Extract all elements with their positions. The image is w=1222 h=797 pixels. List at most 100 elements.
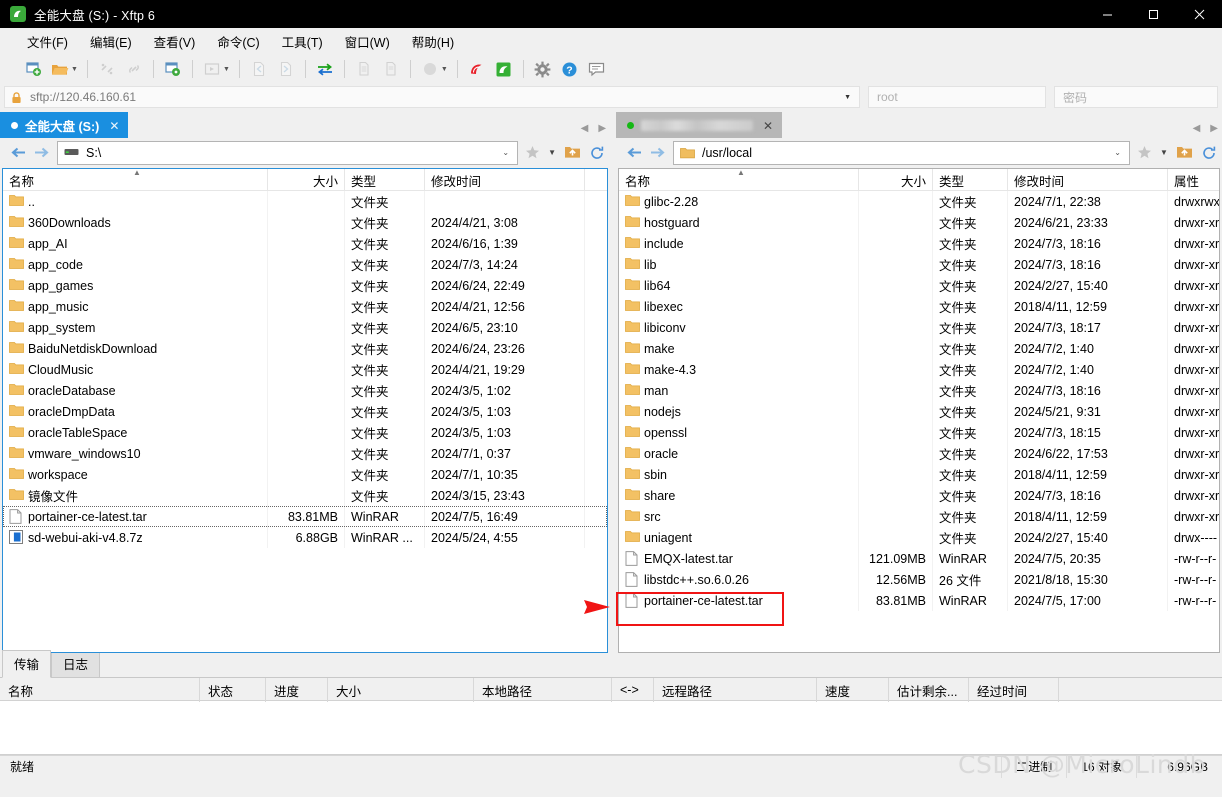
feedback-icon[interactable] [584, 57, 610, 81]
copy-icon[interactable] [351, 57, 377, 81]
remote-file-list[interactable]: 名称 大小 类型 修改时间 属性 ▲ glibc-2.28 文件夹 2024/7/1… [618, 168, 1220, 653]
xfer-col-elapsed[interactable]: 经过时间 [969, 678, 1059, 702]
table-row[interactable]: make-4.3 文件夹 2024/7/2, 1:40 drwxr-xr [619, 359, 1219, 380]
tab-local-close-icon[interactable]: ✕ [109, 119, 119, 133]
table-row[interactable]: BaiduNetdiskDownload 文件夹 2024/6/24, 23:26 [3, 338, 607, 359]
table-row[interactable]: CloudMusic 文件夹 2024/4/21, 19:29 [3, 359, 607, 380]
local-col-time[interactable]: 修改时间 [425, 169, 585, 191]
file-right-icon[interactable] [273, 57, 299, 81]
table-row[interactable]: make 文件夹 2024/7/2, 1:40 drwxr-xr [619, 338, 1219, 359]
xfer-col-remotepath[interactable]: 远程路径 [654, 678, 817, 702]
disconnect-icon[interactable] [94, 57, 120, 81]
help-icon[interactable]: ? [557, 57, 583, 81]
remote-bookmark-dropdown-caret-icon[interactable]: ▼ [1158, 142, 1170, 164]
table-row[interactable]: portainer-ce-latest.tar 83.81MB WinRAR 2024… [619, 590, 1219, 611]
table-row[interactable]: openssl 文件夹 2024/7/3, 18:15 drwxr-xr [619, 422, 1219, 443]
tab-scroll-right-icon[interactable]: ▶ [1210, 123, 1218, 134]
local-refresh-icon[interactable] [586, 142, 608, 164]
table-row[interactable]: lib64 文件夹 2024/2/27, 15:40 drwxr-xr [619, 275, 1219, 296]
paste-icon[interactable] [378, 57, 404, 81]
table-row[interactable]: src 文件夹 2018/4/11, 12:59 drwxr-xr [619, 506, 1219, 527]
remote-col-time[interactable]: 修改时间 [1008, 169, 1168, 191]
table-row[interactable]: workspace 文件夹 2024/7/1, 10:35 [3, 464, 607, 485]
remote-parent-folder-icon[interactable] [1173, 142, 1195, 164]
menu-file[interactable]: 文件(F) [16, 28, 79, 55]
menu-edit[interactable]: 编辑(E) [79, 28, 143, 55]
remote-col-type[interactable]: 类型 [933, 169, 1008, 191]
table-row[interactable]: sd-webui-aki-v4.8.7z 6.88GB WinRAR ... 2024… [3, 527, 607, 548]
table-row[interactable]: portainer-ce-latest.tar 83.81MB WinRAR 2024… [3, 506, 608, 527]
xfer-col-name[interactable]: 名称 [0, 678, 200, 702]
sftp-url-field[interactable]: sftp://120.46.160.61 ▼ [4, 86, 860, 108]
username-field[interactable]: root [868, 86, 1046, 108]
xfer-col-size[interactable]: 大小 [328, 678, 474, 702]
file-left-icon[interactable] [246, 57, 272, 81]
tab-local-session[interactable]: 全能大盘 (S:) ✕ [0, 112, 129, 138]
table-row[interactable]: .. 文件夹 [3, 191, 607, 212]
tab-remote-close-icon[interactable]: ✕ [763, 119, 773, 133]
xfer-col-localpath[interactable]: 本地路径 [474, 678, 612, 702]
xfer-col-direction[interactable]: <-> [612, 678, 654, 702]
table-row[interactable]: app_music 文件夹 2024/4/21, 12:56 [3, 296, 607, 317]
remote-path-input[interactable]: /usr/local ⌄ [673, 140, 1130, 165]
table-row[interactable]: app_system 文件夹 2024/6/5, 23:10 [3, 317, 607, 338]
tab-remote-session[interactable]: ✕ [616, 112, 783, 138]
local-path-dropdown-caret-icon[interactable]: ⌄ [502, 148, 509, 157]
table-row[interactable]: oracle 文件夹 2024/6/22, 17:53 drwxr-xr [619, 443, 1219, 464]
table-row[interactable]: uniagent 文件夹 2024/2/27, 15:40 drwx---- [619, 527, 1219, 548]
new-session-icon[interactable] [20, 57, 46, 81]
transfer-mode-indicator[interactable]: 二进制 [1001, 755, 1066, 778]
link-icon[interactable] [121, 57, 147, 81]
transfer-list-body[interactable] [0, 701, 1222, 755]
table-row[interactable]: app_code 文件夹 2024/7/3, 14:24 [3, 254, 607, 275]
tab-transfer[interactable]: 传输 [2, 650, 52, 678]
settings-gear-icon[interactable] [530, 57, 556, 81]
circle-icon[interactable] [417, 57, 443, 81]
table-row[interactable]: libstdc++.so.6.0.26 12.56MB 26 文件 2021/8/18… [619, 569, 1219, 590]
local-parent-folder-icon[interactable] [561, 142, 583, 164]
remote-refresh-icon[interactable] [1198, 142, 1220, 164]
table-row[interactable]: sbin 文件夹 2018/4/11, 12:59 drwxr-xr [619, 464, 1219, 485]
table-row[interactable]: 镜像文件 文件夹 2024/3/15, 23:43 [3, 485, 607, 506]
remote-bookmark-star-icon[interactable] [1133, 142, 1155, 164]
xshell-icon[interactable] [464, 57, 490, 81]
remote-path-dropdown-caret-icon[interactable]: ⌄ [1114, 148, 1121, 157]
local-col-type[interactable]: 类型 [345, 169, 425, 191]
password-field[interactable]: 密码 [1054, 86, 1218, 108]
table-row[interactable]: share 文件夹 2024/7/3, 18:16 drwxr-xr [619, 485, 1219, 506]
open-folder-icon[interactable] [47, 57, 73, 81]
table-row[interactable]: libiconv 文件夹 2024/7/3, 18:17 drwxr-xr [619, 317, 1219, 338]
menu-tools[interactable]: 工具(T) [271, 28, 334, 55]
session-manager-icon[interactable] [160, 57, 186, 81]
local-back-button[interactable] [8, 143, 28, 163]
minimize-button[interactable] [1084, 0, 1130, 28]
xfer-col-status[interactable]: 状态 [200, 678, 266, 702]
table-row[interactable]: man 文件夹 2024/7/3, 18:16 drwxr-xr [619, 380, 1219, 401]
menu-command[interactable]: 命令(C) [206, 28, 270, 55]
table-row[interactable]: oracleDmpData 文件夹 2024/3/5, 1:03 [3, 401, 607, 422]
tab-scroll-right-icon[interactable]: ▶ [598, 123, 606, 134]
sync-transfer-icon[interactable] [312, 57, 338, 81]
xftp-icon[interactable] [491, 57, 517, 81]
table-row[interactable]: hostguard 文件夹 2024/6/21, 23:33 drwxr-xr [619, 212, 1219, 233]
tab-scroll-left-icon[interactable]: ◀ [1193, 123, 1201, 134]
table-row[interactable]: libexec 文件夹 2018/4/11, 12:59 drwxr-xr [619, 296, 1219, 317]
table-row[interactable]: lib 文件夹 2024/7/3, 18:16 drwxr-xr [619, 254, 1219, 275]
table-row[interactable]: glibc-2.28 文件夹 2024/7/1, 22:38 drwxrwxr [619, 191, 1219, 212]
local-path-input[interactable]: S:\ ⌄ [57, 140, 519, 165]
address-dropdown-caret-icon[interactable]: ▼ [844, 94, 851, 101]
table-row[interactable]: app_AI 文件夹 2024/6/16, 1:39 [3, 233, 607, 254]
local-bookmark-star-icon[interactable] [521, 142, 543, 164]
table-row[interactable]: oracleDatabase 文件夹 2024/3/5, 1:02 [3, 380, 607, 401]
table-row[interactable]: vmware_windows10 文件夹 2024/7/1, 0:37 [3, 443, 607, 464]
remote-back-button[interactable] [624, 143, 644, 163]
table-row[interactable]: EMQX-latest.tar 121.09MB WinRAR 2024/7/5, 2… [619, 548, 1219, 569]
close-button[interactable] [1176, 0, 1222, 28]
remote-forward-button[interactable] [647, 143, 667, 163]
table-row[interactable]: oracleTableSpace 文件夹 2024/3/5, 1:03 [3, 422, 607, 443]
xfer-col-progress[interactable]: 进度 [266, 678, 328, 702]
maximize-button[interactable] [1130, 0, 1176, 28]
run-icon[interactable] [199, 57, 225, 81]
xfer-col-remaining[interactable]: 估计剩余... [889, 678, 969, 702]
local-bookmark-dropdown-caret-icon[interactable]: ▼ [546, 142, 558, 164]
